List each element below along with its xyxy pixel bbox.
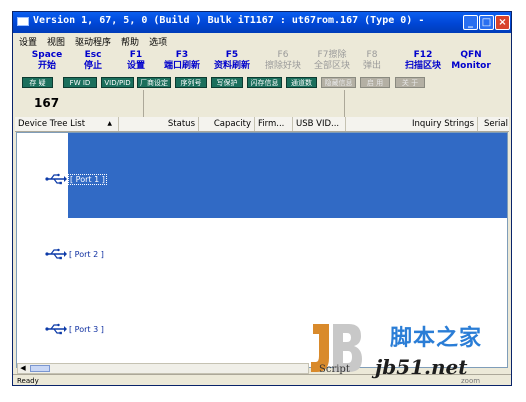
menu-help[interactable]: 帮助 [115, 33, 143, 48]
column-device-tree-list[interactable]: Device Tree List ▲ [15, 117, 119, 131]
usb-icon [45, 173, 67, 185]
tag-button-enable[interactable]: 启 用 [360, 77, 390, 88]
device-counter: 167 [34, 96, 60, 110]
tag-button-vid-pid[interactable]: VID/PID [101, 77, 134, 88]
title-bar[interactable]: Version 1, 67, 5, 0 (Build ) Bulk iT1167… [13, 12, 511, 33]
window-title: Version 1, 67, 5, 0 (Build ) Bulk iT1167… [33, 15, 425, 26]
tag-button-write-protect[interactable]: 写保护 [211, 77, 243, 88]
tag-button-channels[interactable]: 通道数 [286, 77, 317, 88]
fkey-scan-blocks-button[interactable]: F12 扫描区块 [398, 50, 448, 72]
port-item-2[interactable]: [ Port 2 ] [17, 248, 137, 264]
fkey-erase-good-blocks-button[interactable]: F6 擦除好块 [260, 50, 306, 72]
watermark-logo: Script 脚本之家 jb51.net [307, 318, 510, 382]
fkey-qfn-monitor-button[interactable]: QFN Monitor [451, 50, 491, 72]
column-capacity[interactable]: Capacity [199, 117, 255, 131]
fkey-settings-button[interactable]: F1 设置 [119, 50, 153, 72]
tag-button-saved[interactable]: 存 疑 [22, 77, 53, 88]
fkey-erase-all-blocks-button[interactable]: F7擦除 全部区块 [309, 50, 355, 72]
tag-button-flash-info[interactable]: 闪存信息 [247, 77, 282, 88]
port-item-3[interactable]: [ Port 3 ] [17, 323, 137, 339]
watermark-site-name: 脚本之家 [390, 326, 483, 351]
port-item-1[interactable]: [ Port 1 ] [17, 173, 137, 189]
minimize-button[interactable]: _ [463, 15, 478, 30]
column-inquiry-strings[interactable]: Inquiry Strings [346, 117, 478, 131]
app-icon [17, 17, 29, 26]
port-label: [ Port 2 ] [69, 250, 104, 259]
option-button-row: 存 疑 FW ID VID/PID 厂商设定 序列号 写保护 闪存信息 通道数 … [13, 77, 511, 89]
maximize-button[interactable]: □ [479, 15, 494, 30]
usb-icon [45, 323, 67, 335]
sort-ascending-icon: ▲ [107, 120, 112, 127]
fkey-start-button[interactable]: Space 开始 [27, 50, 67, 72]
toolbar-divider [143, 90, 144, 118]
tag-button-fw-id[interactable]: FW ID [63, 77, 97, 88]
fkey-eject-button[interactable]: F8 弹出 [357, 50, 387, 72]
scrollbar-thumb[interactable] [30, 365, 50, 372]
watermark-site-url: jb51.net [375, 355, 468, 379]
tag-button-serial-number[interactable]: 序列号 [175, 77, 207, 88]
fkey-data-refresh-button[interactable]: F5 资料刷新 [209, 50, 255, 72]
column-firmware[interactable]: Firm... [255, 117, 293, 131]
menu-options[interactable]: 选项 [143, 33, 171, 48]
watermark-script-text: Script [319, 364, 350, 375]
menu-bar: 设置 视图 驱动程序 帮助 选项 [13, 33, 511, 49]
column-status[interactable]: Status [119, 117, 199, 131]
fkey-stop-button[interactable]: Esc 停止 [75, 50, 111, 72]
menu-view[interactable]: 视图 [41, 33, 69, 48]
tag-button-hidden-info[interactable]: 隐藏信息 [321, 77, 356, 88]
port-label: [ Port 1 ] [68, 174, 107, 185]
horizontal-scrollbar[interactable]: ◀ [17, 363, 309, 374]
fkey-port-refresh-button[interactable]: F3 端口刷新 [159, 50, 205, 72]
menu-driver[interactable]: 驱动程序 [69, 33, 115, 48]
tag-button-vendor-settings[interactable]: 厂商设定 [137, 77, 171, 88]
port-label: [ Port 3 ] [69, 325, 104, 334]
menu-settings[interactable]: 设置 [13, 33, 41, 48]
tag-button-about[interactable]: 关 于 [395, 77, 425, 88]
toolbar-divider [344, 90, 345, 118]
scroll-left-icon[interactable]: ◀ [18, 364, 28, 373]
usb-icon [45, 248, 67, 260]
close-button[interactable]: × [495, 15, 510, 30]
column-serial[interactable]: Serial [478, 117, 511, 131]
column-header: Device Tree List ▲ Status Capacity Firm..… [15, 117, 509, 132]
status-text: Ready [17, 377, 39, 385]
column-usb-vid[interactable]: USB VID... [293, 117, 346, 131]
